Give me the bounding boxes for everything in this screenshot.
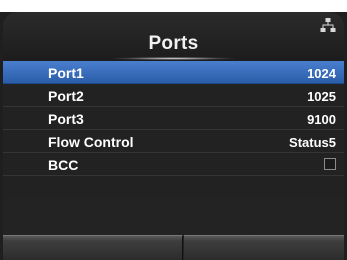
screen-header: Ports	[3, 12, 344, 62]
setting-row-bcc[interactable]: BCC	[3, 153, 344, 176]
setting-row-port2[interactable]: Port2 1025	[3, 84, 344, 107]
setting-row-port3[interactable]: Port3 9100	[3, 107, 344, 130]
display-panel: Ports Port1 1024 Port2 1025 Port3 9100 F…	[3, 12, 344, 260]
setting-label: BCC	[48, 157, 79, 173]
setting-row-port1[interactable]: Port1 1024	[3, 61, 344, 84]
bcc-checkbox[interactable]	[324, 158, 336, 170]
title-underline	[113, 57, 234, 60]
softkey-bar	[3, 235, 344, 260]
left-softkey[interactable]	[3, 235, 183, 260]
setting-label: Port1	[48, 65, 84, 81]
setting-value: 9100	[307, 112, 336, 127]
display-bezel	[0, 0, 347, 12]
list-spacer	[3, 176, 344, 198]
setting-label: Port3	[48, 111, 84, 127]
setting-value: 1025	[307, 89, 336, 104]
right-softkey[interactable]	[184, 235, 344, 260]
page-title: Ports	[148, 33, 199, 54]
network-icon	[320, 18, 336, 32]
setting-label: Flow Control	[48, 134, 134, 150]
setting-value: 1024	[307, 66, 336, 81]
settings-list: Port1 1024 Port2 1025 Port3 9100 Flow Co…	[3, 61, 344, 198]
printer-display: Ports Port1 1024 Port2 1025 Port3 9100 F…	[0, 0, 347, 260]
setting-row-flow-control[interactable]: Flow Control Status5	[3, 130, 344, 153]
setting-label: Port2	[48, 88, 84, 104]
setting-value: Status5	[289, 135, 336, 150]
